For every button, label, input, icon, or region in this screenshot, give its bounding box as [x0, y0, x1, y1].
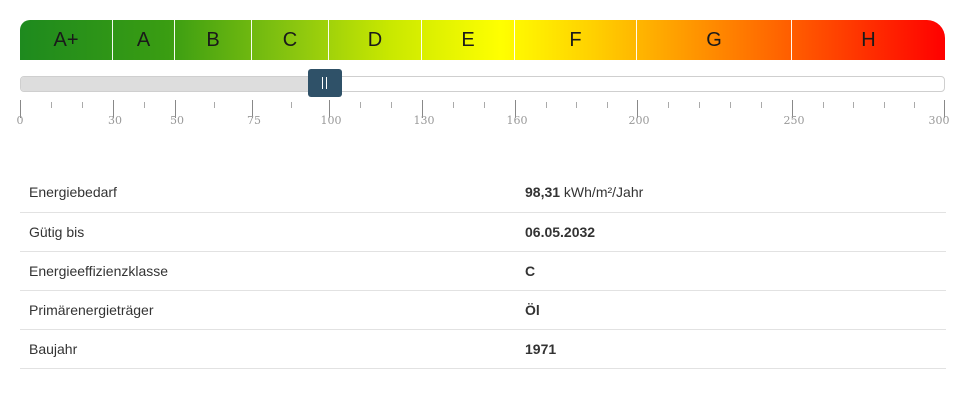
row-value: Öl: [524, 290, 946, 329]
scale-minor-tick: [883, 102, 885, 108]
scale-minor-tick: [853, 102, 855, 108]
scale-minor-tick: [391, 102, 392, 108]
energy-class-d: D: [329, 20, 422, 60]
scale-minor-tick: [914, 102, 916, 108]
energy-class-f: F: [515, 20, 637, 60]
energy-class-g: G: [637, 20, 792, 60]
grip-icon: [322, 77, 328, 89]
energy-slider-fill: [21, 77, 325, 91]
energy-class-c: C: [252, 20, 329, 60]
row-label: Energiebedarf: [29, 184, 117, 201]
row-label: Gütig bis: [29, 223, 85, 240]
scale-minor-tick: [668, 102, 669, 108]
row-value: 98,31 kWh/m²/Jahr: [524, 173, 946, 212]
scale-minor-tick: [761, 102, 762, 108]
row-label: Energieeffizienzklasse: [29, 262, 169, 279]
row-label: Baujahr: [29, 340, 78, 357]
scale-tick-label: 50: [170, 114, 184, 127]
row-value-bold: 98,31: [525, 184, 561, 201]
energy-class-b: B: [175, 20, 252, 60]
row-value: 1971: [524, 329, 946, 368]
row-value-unit: kWh/m²/Jahr: [560, 184, 644, 201]
energy-slider-track[interactable]: [20, 69, 945, 97]
row-value-bold: 06.05.2032: [525, 223, 596, 240]
energy-class-bar: A+ A B C D E F G H: [20, 20, 945, 60]
scale-minor-tick: [606, 102, 608, 108]
energy-class-h: H: [861, 29, 876, 51]
energy-details-table: Energiebedarf 98,31 kWh/m²/Jahr Gütig bi…: [20, 173, 946, 369]
table-row: Gütig bis 06.05.2032: [20, 212, 946, 251]
scale-minor-tick: [484, 102, 485, 108]
scale-minor-tick: [545, 102, 547, 108]
table-row: Energieeffizienzklasse C: [20, 251, 946, 290]
table-row: Energiebedarf 98,31 kWh/m²/Jahr: [20, 173, 946, 212]
row-value-bold: 1971: [525, 340, 557, 357]
table-row: Primärenergieträger Öl: [20, 290, 946, 329]
scale-minor-tick: [144, 102, 145, 108]
scale-tick-label: 0: [16, 114, 24, 127]
scale-tick-label: 75: [247, 114, 261, 127]
scale-minor-tick: [822, 102, 824, 108]
energy-slider-handle[interactable]: [307, 69, 342, 97]
energy-class-e: E: [422, 20, 515, 60]
scale-minor-tick: [730, 102, 731, 108]
scale-tick-label: 250: [783, 114, 805, 127]
scale-minor-tick: [699, 102, 700, 108]
scale-tick-label: 160: [506, 114, 528, 127]
scale-minor-tick: [453, 102, 454, 108]
scale-tick-label: 200: [628, 114, 650, 127]
energy-certificate-widget: A+ A B C D E F G H 0 30 50 75 100 130 160 200 250 300 Ene…: [0, 0, 966, 403]
table-row: Baujahr 1971: [20, 329, 946, 368]
scale-minor-tick: [290, 102, 292, 108]
energy-class-a: A: [113, 20, 175, 60]
row-value: C: [524, 251, 946, 290]
scale-tick-label: 300: [928, 114, 950, 127]
scale-tick-label: 100: [320, 114, 342, 127]
row-label: Primärenergieträger: [29, 301, 154, 318]
scale-minor-tick: [82, 102, 83, 108]
row-value-bold: Öl: [525, 301, 540, 318]
energy-class-a-plus: A+: [20, 20, 113, 60]
scale-minor-tick: [213, 102, 215, 108]
scale-tick-label: 30: [108, 114, 122, 127]
scale-minor-tick: [51, 102, 52, 108]
scale-minor-tick: [360, 102, 361, 108]
row-value-bold: C: [525, 262, 536, 279]
row-value: 06.05.2032: [524, 212, 946, 251]
scale-tick-label: 130: [413, 114, 435, 127]
energy-scale-axis: 0 30 50 75 100 130 160 200 250 300: [16, 100, 950, 140]
scale-minor-tick: [576, 102, 577, 108]
